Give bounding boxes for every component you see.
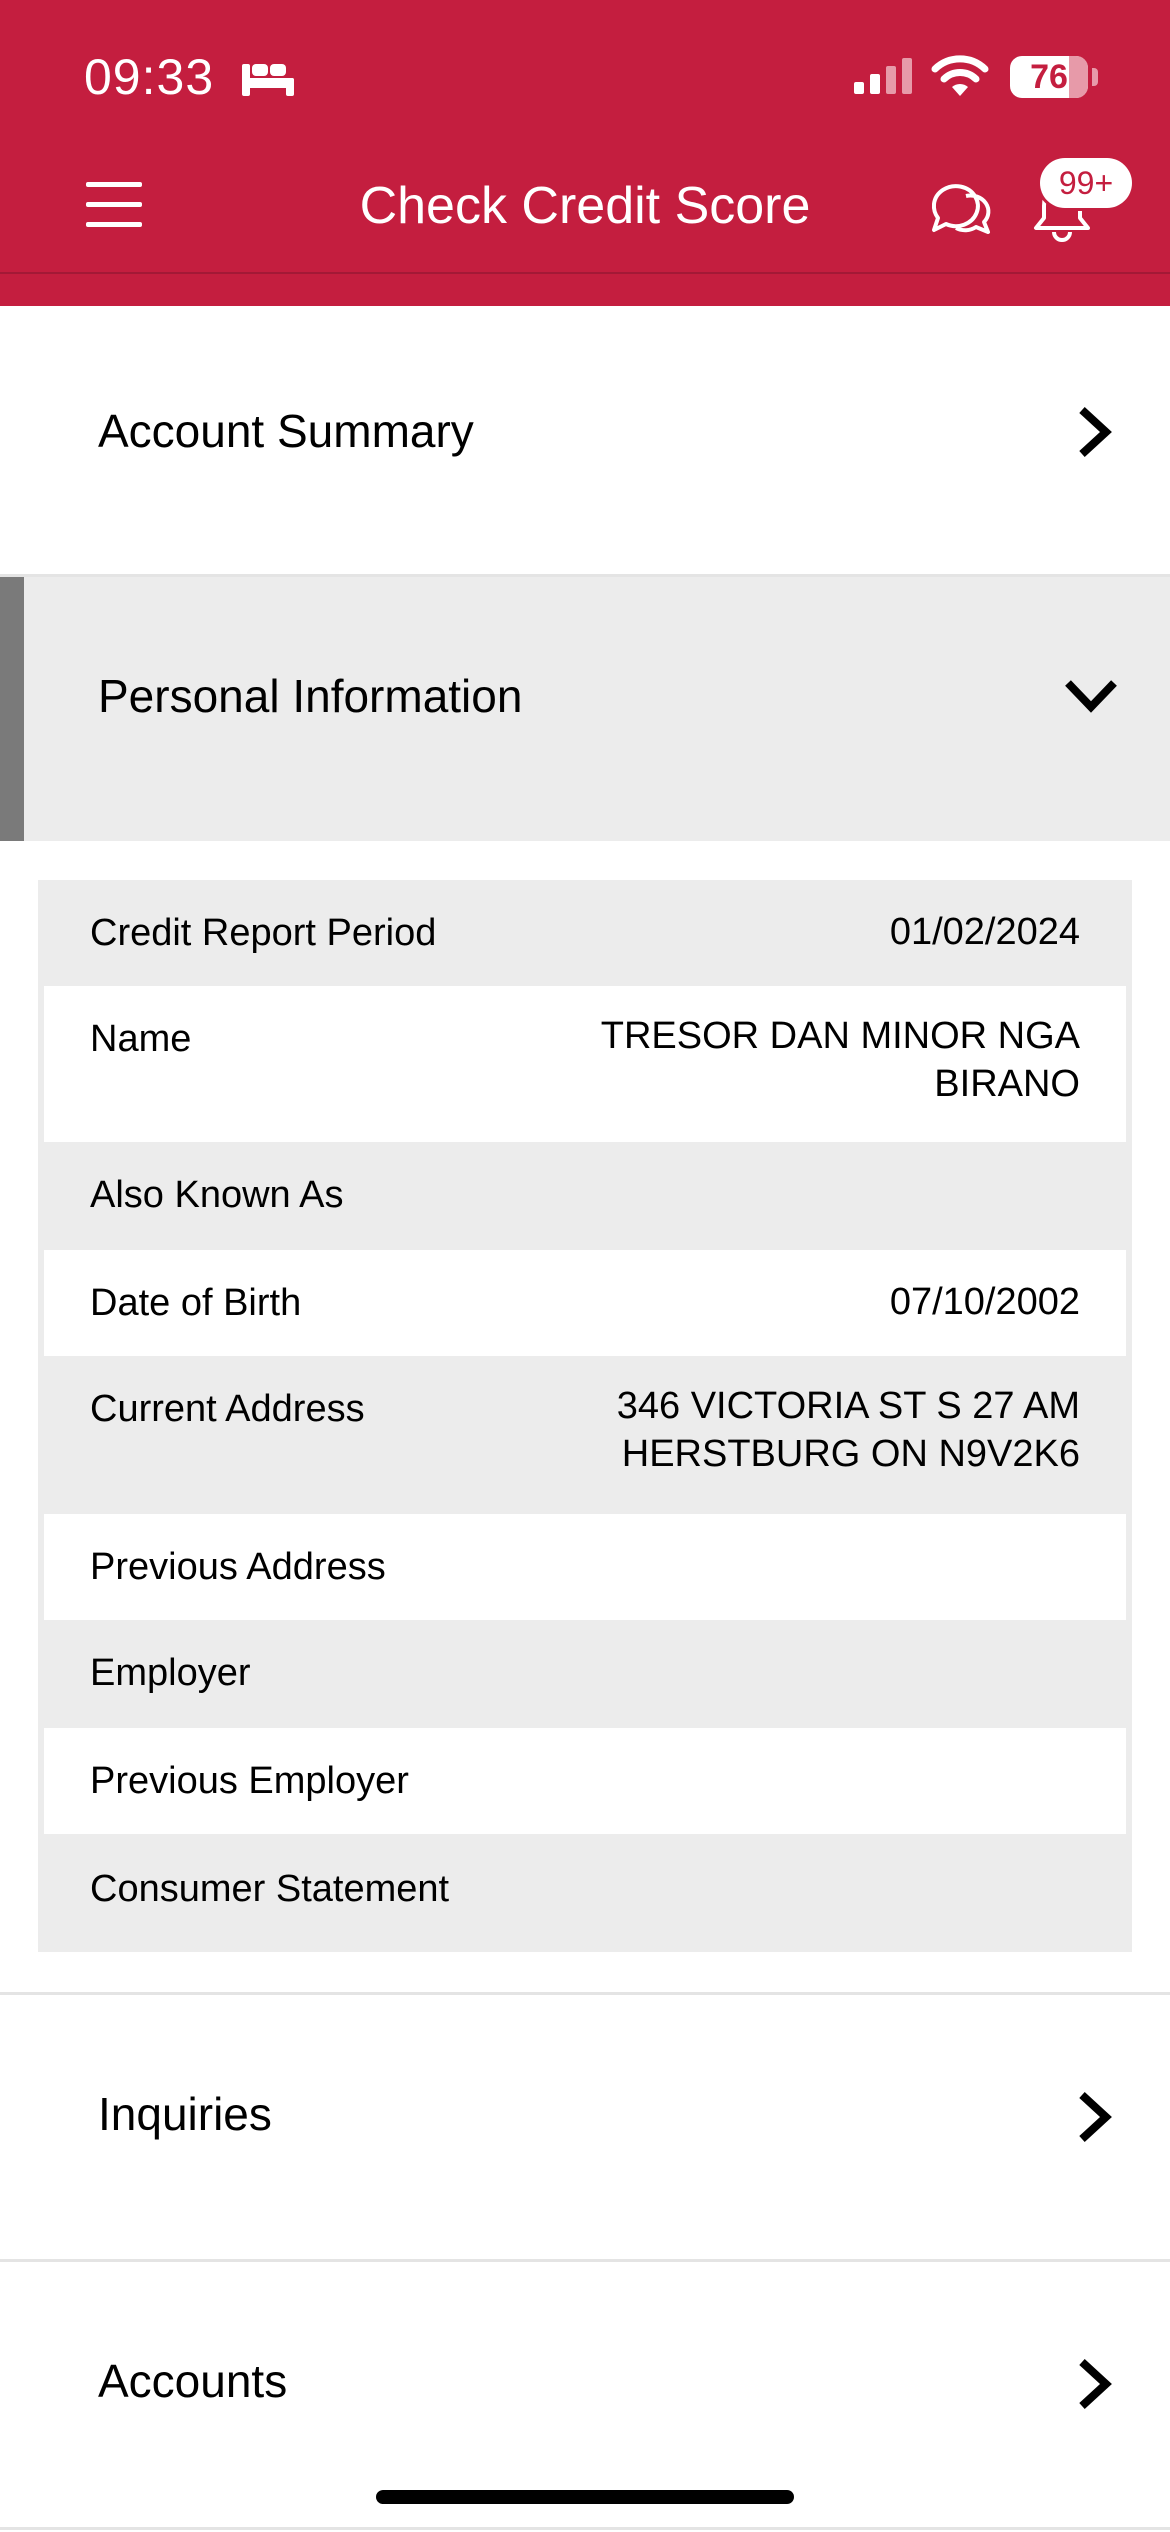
section-label: Account Summary [98, 405, 474, 457]
battery-icon: 76 [1010, 56, 1088, 98]
battery-level: 76 [1030, 58, 1068, 96]
wifi-icon [931, 55, 989, 96]
table-row: Employer [44, 1620, 1126, 1726]
section-label: Inquiries [98, 2088, 272, 2140]
row-label: Current Address [90, 1388, 365, 1430]
section-inquiries[interactable]: Inquiries [0, 1995, 1170, 2259]
table-row: Name TRESOR DAN MINOR NGA BIRANO [44, 986, 1126, 1142]
section-personal-information[interactable]: Personal Information [0, 577, 1170, 841]
section-label: Accounts [98, 2355, 288, 2407]
row-value: 346 VICTORIA ST S 27 AM HERSTBURG ON N9V… [617, 1382, 1080, 1478]
table-row: Current Address 346 VICTORIA ST S 27 AM … [44, 1356, 1126, 1512]
row-value-line: HERSTBURG ON N9V2K6 [621, 1433, 1080, 1475]
notification-badge: 99+ [1040, 158, 1132, 208]
page-title: Check Credit Score [359, 177, 811, 235]
divider [0, 2527, 1170, 2530]
table-row: Previous Employer [44, 1728, 1126, 1834]
row-label: Previous Address [90, 1546, 386, 1588]
header-divider [0, 272, 1170, 274]
chevron-right-icon [1079, 2359, 1112, 2409]
section-label: Personal Information [98, 670, 523, 722]
row-value-line: BIRANO [934, 1063, 1080, 1105]
row-value-line: 346 VICTORIA ST S 27 AM [616, 1385, 1080, 1427]
status-time: 09:33 [84, 49, 215, 105]
table-row: Previous Address [44, 1514, 1126, 1620]
row-value: 07/10/2002 [889, 1281, 1080, 1323]
section-account-summary[interactable]: Account Summary [0, 306, 1170, 574]
chevron-right-icon [1079, 2092, 1112, 2142]
table-row: Date of Birth 07/10/2002 [44, 1250, 1126, 1356]
row-value: 01/02/2024 [889, 911, 1080, 953]
personal-info-table: Credit Report Period 01/02/2024 Name TRE… [38, 880, 1132, 1952]
row-label: Employer [90, 1652, 251, 1694]
section-accounts[interactable]: Accounts [0, 2262, 1170, 2524]
row-label: Credit Report Period [90, 912, 437, 954]
chat-icon[interactable] [926, 174, 992, 240]
row-label: Previous Employer [90, 1760, 409, 1802]
row-label: Also Known As [90, 1174, 344, 1216]
row-label: Consumer Statement [90, 1868, 450, 1910]
table-row: Also Known As [44, 1142, 1126, 1248]
signal-icon [854, 58, 912, 94]
bed-icon [242, 64, 294, 96]
row-label: Name [90, 1018, 192, 1060]
table-row: Consumer Statement [44, 1836, 1126, 1946]
menu-icon[interactable] [86, 182, 142, 228]
chevron-right-icon [1079, 407, 1112, 457]
selected-accent [0, 577, 24, 841]
table-row: Credit Report Period 01/02/2024 [44, 880, 1126, 984]
app-header: 09:33 76 Check Credit Score 99+ [0, 0, 1170, 306]
home-indicator[interactable] [376, 2490, 794, 2504]
row-value: TRESOR DAN MINOR NGA BIRANO [601, 1012, 1080, 1108]
battery-tip [1092, 68, 1098, 86]
row-label: Date of Birth [90, 1282, 302, 1324]
chevron-down-icon [1065, 680, 1117, 713]
row-value-line: TRESOR DAN MINOR NGA [600, 1015, 1080, 1057]
